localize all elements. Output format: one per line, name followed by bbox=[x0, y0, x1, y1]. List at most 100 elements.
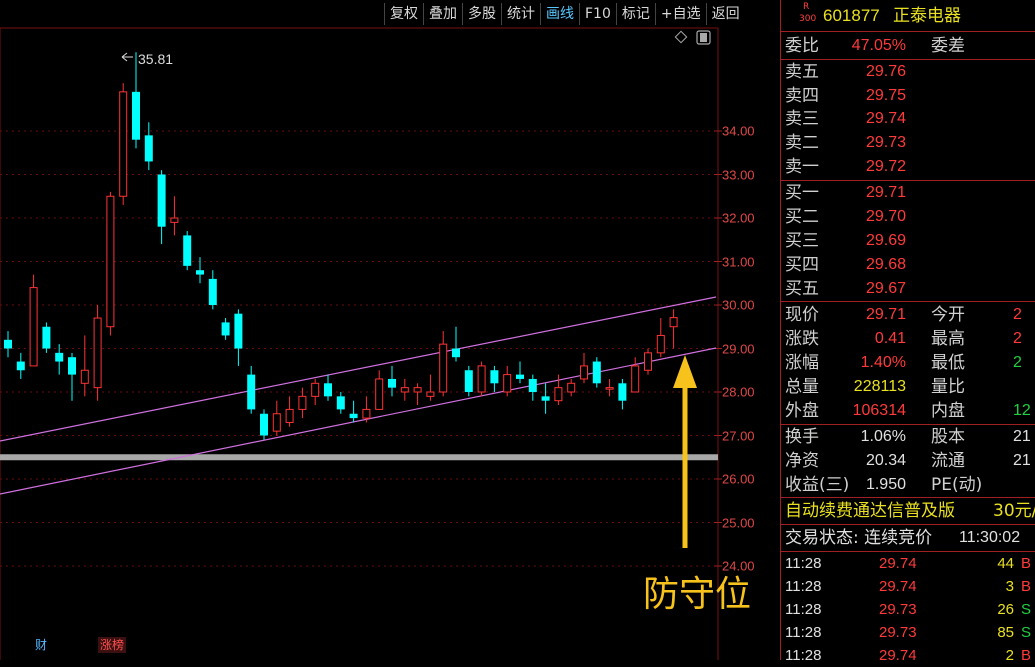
candle-body bbox=[375, 378, 384, 410]
quote-value: 0.41 bbox=[874, 330, 906, 347]
candle-body bbox=[68, 357, 76, 375]
tick-row: 11:28 29.73 26 S bbox=[781, 598, 1035, 621]
fund-label: 净资 bbox=[785, 451, 819, 471]
y-axis-label: 29.00 bbox=[722, 341, 755, 357]
candle-body bbox=[400, 387, 409, 393]
stock-badge-bottom: 300 bbox=[799, 14, 817, 24]
tick-price: 29.73 bbox=[879, 624, 917, 641]
tick-time: 11:28 bbox=[785, 578, 822, 595]
quote-row: 外盘 106314 内盘 12 bbox=[781, 399, 1035, 423]
toolbar-button-back[interactable]: 返回 bbox=[705, 3, 745, 25]
candle-body bbox=[234, 313, 243, 349]
y-axis-label: 33.00 bbox=[722, 167, 755, 183]
toolbar-button-overlay[interactable]: 叠加 bbox=[423, 3, 462, 25]
sell-label: 卖四 bbox=[785, 86, 819, 106]
quote-value: 2 bbox=[1013, 354, 1022, 371]
candle-body bbox=[644, 352, 652, 371]
fund-value: 20.34 bbox=[865, 452, 906, 469]
quote-label: 涨幅 bbox=[785, 353, 819, 373]
renewal-ad[interactable]: 自动续费通达信普及版 30元/ bbox=[781, 499, 1035, 523]
buy-row[interactable]: 买三 29.69 bbox=[781, 229, 1035, 253]
candle-body bbox=[580, 365, 588, 380]
candle-body bbox=[260, 413, 268, 436]
sell-price: 29.74 bbox=[865, 110, 906, 127]
toolbar-button-draw-line[interactable]: 画线 bbox=[540, 3, 579, 25]
quote-label: 外盘 bbox=[785, 401, 819, 421]
quote-row: 总量 228113 量比 bbox=[781, 375, 1035, 399]
quote-value: 1.40% bbox=[860, 354, 906, 371]
tick-side: B bbox=[1021, 647, 1032, 664]
divider bbox=[781, 524, 1035, 525]
stock-name: 正泰电器 bbox=[893, 6, 961, 26]
sell-row[interactable]: 卖五 29.76 bbox=[781, 60, 1035, 84]
quote-label: 总量 bbox=[785, 377, 819, 397]
sell-price: 29.76 bbox=[865, 63, 906, 80]
candle-body bbox=[42, 326, 51, 349]
candle-body bbox=[221, 322, 230, 336]
y-axis-label: 34.00 bbox=[722, 123, 755, 139]
candle-body bbox=[477, 365, 486, 393]
toolbar-button-add-watchlist[interactable]: +自选 bbox=[654, 3, 706, 25]
fund-row: 收益(三) 1.950 PE(动) bbox=[781, 473, 1035, 497]
toolbar-button-multi-stock[interactable]: 多股 bbox=[462, 3, 501, 25]
candle-body bbox=[452, 348, 460, 358]
buy-label: 买四 bbox=[785, 255, 819, 275]
quote-row: 涨跌 0.41 最高 2 bbox=[781, 327, 1035, 351]
y-axis-label: 28.00 bbox=[722, 384, 755, 400]
candle-body bbox=[426, 391, 435, 397]
quote-label: 最高 bbox=[931, 329, 965, 349]
sell-row[interactable]: 卖四 29.75 bbox=[781, 84, 1035, 108]
candle-body bbox=[132, 91, 140, 140]
candle-body bbox=[144, 135, 153, 162]
toolbar-button-fuquan[interactable]: 复权 bbox=[384, 3, 423, 25]
toolbar-button-mark[interactable]: 标记 bbox=[615, 3, 655, 25]
candle-body bbox=[106, 195, 115, 328]
quote-row: 现价 29.71 今开 2 bbox=[781, 303, 1035, 327]
buy-label: 买三 bbox=[785, 231, 819, 251]
gainers-badge[interactable]: 涨榜 bbox=[98, 637, 127, 653]
toolbar-button-f10[interactable]: F10 bbox=[579, 3, 616, 25]
sell-row[interactable]: 卖二 29.73 bbox=[781, 131, 1035, 155]
quote-value: 29.71 bbox=[865, 306, 906, 323]
buy-row[interactable]: 买二 29.70 bbox=[781, 205, 1035, 229]
quote-value: 12 bbox=[1013, 402, 1031, 419]
quote-value: 228113 bbox=[853, 378, 906, 395]
trade-status-row: 交易状态: 连续竞价 11:30:02 bbox=[781, 526, 1035, 550]
finance-badge[interactable]: 财 bbox=[33, 637, 49, 653]
quote-row: 涨幅 1.40% 最低 2 bbox=[781, 351, 1035, 375]
fund-value: 1.06% bbox=[860, 428, 906, 445]
candle-body bbox=[285, 408, 294, 423]
y-axis-label: 32.00 bbox=[722, 210, 755, 226]
tick-side: B bbox=[1021, 578, 1032, 595]
candle-body bbox=[29, 287, 38, 367]
fund-label: 换手 bbox=[785, 427, 819, 447]
sell-label: 卖一 bbox=[785, 157, 819, 177]
candle-body bbox=[618, 383, 627, 401]
buy-label: 买一 bbox=[785, 183, 819, 203]
buy-label: 买二 bbox=[785, 207, 819, 227]
kline-svg[interactable] bbox=[0, 0, 780, 660]
buy-row[interactable]: 买四 29.68 bbox=[781, 253, 1035, 277]
fund-row: 净资 20.34 流通 21 bbox=[781, 449, 1035, 473]
fund-value: 21 bbox=[1013, 428, 1031, 445]
sell-row[interactable]: 卖三 29.74 bbox=[781, 107, 1035, 131]
channel-lower-line bbox=[0, 347, 717, 495]
buy-price: 29.71 bbox=[865, 184, 906, 201]
candle-body bbox=[349, 413, 358, 419]
candle-body bbox=[567, 382, 576, 393]
buy-row[interactable]: 买一 29.71 bbox=[781, 181, 1035, 205]
tick-volume: 2 bbox=[1005, 647, 1014, 664]
defense-level-annotation: 防守位 bbox=[643, 574, 752, 615]
trade-status-label: 交易状态: 连续竞价 bbox=[785, 528, 933, 548]
candle-body bbox=[592, 361, 601, 384]
sell-row[interactable]: 卖一 29.72 bbox=[781, 155, 1035, 179]
tick-price: 29.74 bbox=[879, 647, 917, 664]
buy-row[interactable]: 买五 29.67 bbox=[781, 277, 1035, 301]
candle-body bbox=[516, 374, 524, 379]
candle-body bbox=[388, 378, 396, 388]
toolbar-button-stats[interactable]: 统计 bbox=[501, 3, 540, 25]
kline-chart[interactable]: 复权 叠加 多股 统计 画线 F10 标记 +自选 返回 34.00 33.00… bbox=[0, 0, 780, 660]
candle-body bbox=[656, 334, 665, 354]
quote-panel: R 300 601877 正泰电器 委比 47.05% 委差 卖五 29.76 卖… bbox=[780, 0, 1035, 664]
tick-row: 11:28 29.74 2 B bbox=[781, 644, 1035, 667]
